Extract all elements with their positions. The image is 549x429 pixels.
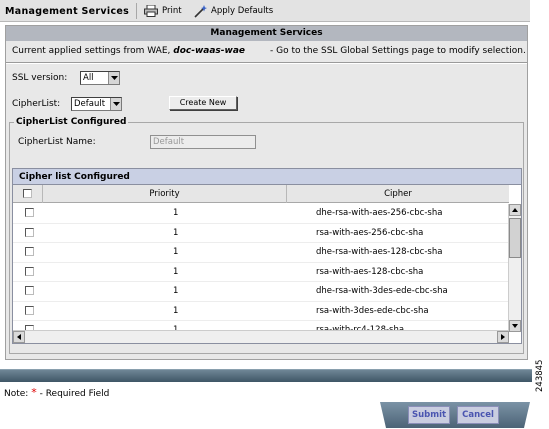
device-name: doc-waas-wae bbox=[173, 46, 246, 56]
scroll-down-button[interactable] bbox=[509, 320, 521, 332]
toolbar-divider bbox=[136, 3, 137, 19]
ssl-global-settings-hint: - Go to the SSL Global Settings page to … bbox=[270, 46, 526, 56]
table-row: 1 dhe-rsa-with-aes-256-cbc-sha bbox=[13, 204, 509, 224]
page-title: Management Services bbox=[5, 6, 130, 17]
divider bbox=[6, 62, 527, 64]
column-header-cipher[interactable]: Cipher bbox=[287, 185, 509, 203]
arrow-up-icon bbox=[512, 208, 518, 212]
row-checkbox[interactable] bbox=[25, 208, 34, 217]
horizontal-scrollbar[interactable] bbox=[13, 330, 509, 343]
info-prefix: Current applied settings from WAE, bbox=[12, 46, 171, 56]
priority-cell: 1 bbox=[173, 208, 179, 218]
arrow-down-icon bbox=[512, 324, 518, 328]
cancel-button[interactable]: Cancel bbox=[457, 406, 499, 424]
scroll-up-button[interactable] bbox=[509, 204, 521, 216]
ssl-version-value: All bbox=[83, 73, 94, 83]
cipher-cell: dhe-rsa-with-aes-128-cbc-sha bbox=[316, 247, 443, 257]
row-checkbox[interactable] bbox=[25, 227, 34, 237]
table-row: 1 rsa-with-rc4-128-sha bbox=[13, 321, 509, 330]
vertical-scrollbar[interactable] bbox=[508, 204, 521, 332]
priority-cell: 1 bbox=[173, 325, 179, 330]
priority-cell: 1 bbox=[173, 286, 179, 296]
cipherlist-configured-legend: CipherList Configured bbox=[14, 117, 129, 127]
chevron-down-icon bbox=[110, 98, 121, 110]
cipherlist-name-field[interactable]: Default bbox=[150, 135, 256, 149]
column-header-priority[interactable]: Priority bbox=[43, 185, 287, 203]
cipher-cell: dhe-rsa-with-aes-256-cbc-sha bbox=[316, 208, 443, 218]
scroll-left-button[interactable] bbox=[13, 331, 25, 343]
toolbar: Management Services Print Apply Defaults bbox=[0, 0, 530, 22]
priority-cell: 1 bbox=[173, 227, 179, 238]
table-row: 1 dhe-rsa-with-aes-128-cbc-sha bbox=[13, 243, 509, 263]
print-button[interactable]: Print bbox=[144, 4, 182, 18]
cipherlist-value: Default bbox=[74, 99, 106, 109]
scroll-thumb[interactable] bbox=[509, 218, 521, 258]
figure-id: 243845 bbox=[535, 359, 545, 392]
arrow-left-icon bbox=[17, 334, 21, 340]
required-field-note: Note: * - Required Field bbox=[4, 386, 109, 399]
action-bar bbox=[380, 402, 530, 428]
cipherlist-label: CipherList: bbox=[12, 99, 61, 109]
apply-defaults-label: Apply Defaults bbox=[211, 6, 274, 16]
cipher-cell: dhe-rsa-with-3des-ede-cbc-sha bbox=[316, 286, 448, 296]
table-caption: Cipher list Configured bbox=[13, 169, 521, 185]
cipher-cell: rsa-with-3des-ede-cbc-sha bbox=[316, 305, 429, 316]
row-checkbox[interactable] bbox=[25, 286, 34, 295]
row-checkbox[interactable] bbox=[25, 266, 34, 276]
printer-icon bbox=[144, 5, 158, 17]
select-all-checkbox[interactable] bbox=[23, 189, 32, 198]
cipher-cell: rsa-with-aes-128-cbc-sha bbox=[316, 266, 424, 277]
footer-bar bbox=[0, 369, 532, 382]
table-body: 1 dhe-rsa-with-aes-256-cbc-sha 1 rsa-wit… bbox=[13, 204, 509, 330]
cipher-cell: rsa-with-rc4-128-sha bbox=[316, 325, 405, 330]
priority-cell: 1 bbox=[173, 305, 179, 316]
panel-header: Management Services bbox=[6, 26, 527, 41]
arrow-right-icon bbox=[501, 334, 505, 340]
cipherlist-name-label: CipherList Name: bbox=[18, 137, 96, 147]
note-prefix: Note: bbox=[4, 389, 29, 399]
table-row: 1 rsa-with-3des-ede-cbc-sha bbox=[13, 302, 509, 321]
note-suffix: - Required Field bbox=[39, 389, 110, 399]
row-checkbox[interactable] bbox=[25, 247, 34, 256]
cipherlist-select[interactable]: Default bbox=[71, 97, 122, 111]
row-checkbox[interactable] bbox=[25, 305, 34, 315]
table-header: Priority Cipher bbox=[13, 185, 509, 203]
chevron-down-icon bbox=[108, 72, 119, 84]
ssl-version-select[interactable]: All bbox=[80, 71, 120, 85]
priority-cell: 1 bbox=[173, 247, 179, 257]
table-row: 1 rsa-with-aes-256-cbc-sha bbox=[13, 224, 509, 243]
print-label: Print bbox=[162, 6, 182, 16]
create-new-button[interactable]: Create New bbox=[169, 96, 237, 110]
wand-icon bbox=[194, 4, 207, 18]
cipher-cell: rsa-with-aes-256-cbc-sha bbox=[316, 227, 424, 238]
cipher-list-table: Cipher list Configured Priority Cipher 1… bbox=[12, 168, 522, 344]
scroll-right-button[interactable] bbox=[497, 331, 509, 343]
apply-defaults-button[interactable]: Apply Defaults bbox=[194, 4, 273, 18]
submit-button[interactable]: Submit bbox=[408, 406, 450, 424]
required-marker: * bbox=[31, 386, 37, 399]
header-checkbox-cell bbox=[13, 185, 43, 203]
ssl-version-label: SSL version: bbox=[12, 73, 68, 83]
applied-settings-text: Current applied settings from WAE, doc-w… bbox=[12, 46, 245, 56]
priority-cell: 1 bbox=[173, 266, 179, 277]
table-row: 1 dhe-rsa-with-3des-ede-cbc-sha bbox=[13, 282, 509, 302]
table-row: 1 rsa-with-aes-128-cbc-sha bbox=[13, 263, 509, 282]
